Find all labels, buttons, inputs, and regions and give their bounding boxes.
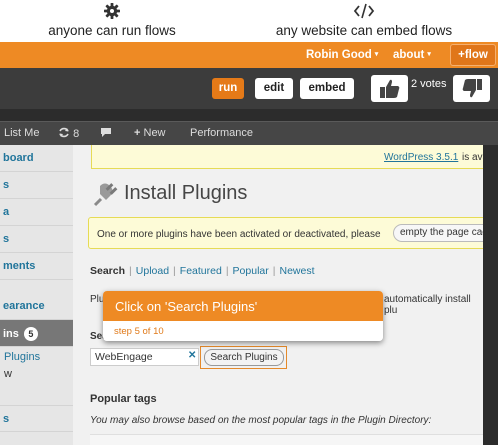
- step-tooltip: Click on 'Search Plugins' step 5 of 10: [103, 291, 383, 341]
- wp-comments[interactable]: [100, 127, 112, 141]
- vote-down-button[interactable]: [453, 75, 490, 102]
- plugin-desc-end: automatically install plu: [384, 294, 471, 316]
- thumbs-up-icon: [379, 79, 399, 98]
- promo-run: anyone can run flows: [12, 0, 212, 38]
- refresh-icon: [59, 127, 69, 138]
- subnav-sep: |: [272, 265, 276, 277]
- vote-count: 2 votes: [411, 78, 447, 90]
- chevron-down-icon: ▾: [374, 51, 379, 58]
- wp-new-label: New: [143, 127, 166, 139]
- subnav-sep: |: [225, 265, 229, 277]
- tag-cloud: [90, 434, 483, 445]
- promo-embed: any website can embed flows: [264, 0, 464, 38]
- tab-popular[interactable]: Popular: [233, 265, 269, 277]
- plus-icon: +: [134, 127, 141, 139]
- subnav-sep: |: [129, 265, 132, 277]
- subnav-sep: |: [173, 265, 176, 277]
- sidebar-item-appearance[interactable]: earance: [0, 293, 73, 320]
- run-button[interactable]: run: [212, 78, 244, 99]
- tab-upload[interactable]: Upload: [136, 265, 169, 277]
- sidebar-sub-add-new[interactable]: w: [4, 368, 12, 380]
- sidebar-item-s3[interactable]: s: [0, 405, 73, 432]
- cache-notice: One or more plugins have been activated …: [88, 217, 483, 249]
- comment-icon: [101, 128, 111, 137]
- search-plugins-button[interactable]: Search Plugins: [204, 349, 284, 366]
- promo-embed-text: any website can embed flows: [275, 23, 453, 38]
- notice-text: One or more plugins have been activated …: [97, 229, 381, 240]
- sidebar-item-dashboard[interactable]: board: [0, 145, 73, 172]
- sidebar-item-s2[interactable]: s: [0, 226, 73, 253]
- flow-screenshot: List Me 8 + New Performance board s a s …: [0, 109, 498, 445]
- gear-icon: [104, 3, 120, 19]
- plugin-icon: [93, 183, 118, 207]
- sidebar-item-a[interactable]: a: [0, 199, 73, 226]
- sidebar-item-comments[interactable]: ments: [0, 253, 73, 280]
- promo-strip: anyone can run flows any website can emb…: [0, 0, 498, 42]
- vote-up-button[interactable]: [371, 75, 408, 102]
- embed-button[interactable]: embed: [300, 78, 354, 99]
- clear-icon[interactable]: ✕: [188, 350, 196, 361]
- popular-tags-heading: Popular tags: [90, 393, 157, 405]
- code-icon: [353, 3, 375, 19]
- thumbs-down-icon: [462, 79, 482, 98]
- update-nag-text: is ava: [462, 152, 483, 163]
- sidebar-item-s1[interactable]: s: [0, 172, 73, 199]
- wp-site-name[interactable]: List Me: [4, 127, 39, 139]
- plugins-count-badge: 5: [23, 327, 38, 341]
- wp-updates-count: 8: [73, 128, 80, 140]
- flow-toolbar: run edit embed 2 votes: [0, 68, 498, 109]
- empty-cache-button[interactable]: empty the page cache: [393, 224, 483, 242]
- plugin-subnav: Search | Upload | Featured | Popular | Newest: [90, 265, 315, 277]
- tab-featured[interactable]: Featured: [180, 265, 222, 277]
- tab-search[interactable]: Search: [90, 265, 125, 277]
- user-menu-label: Robin Good: [306, 49, 372, 61]
- about-menu-label: about: [393, 49, 425, 61]
- tooltip-title: Click on 'Search Plugins': [103, 291, 383, 321]
- tooltip-step: step 5 of 10: [103, 321, 383, 341]
- wp-sidebar: board s a s ments earance ins 5 Plugins w…: [0, 145, 78, 445]
- tab-newest[interactable]: Newest: [279, 265, 314, 277]
- update-nag: WordPress 3.5.1 is ava: [91, 145, 483, 169]
- user-menu[interactable]: Robin Good ▾: [306, 49, 378, 61]
- update-link[interactable]: WordPress 3.5.1: [384, 152, 458, 163]
- wp-performance[interactable]: Performance: [190, 127, 253, 139]
- sidebar-item-plugins[interactable]: ins 5: [0, 320, 78, 347]
- sidebar-sub-installed[interactable]: Plugins: [4, 351, 40, 363]
- new-flow-button[interactable]: +flow: [450, 44, 496, 66]
- wp-admin-bar: List Me 8 + New Performance: [0, 121, 498, 145]
- edit-button[interactable]: edit: [255, 78, 293, 99]
- plugin-search-input[interactable]: WebEngage: [90, 348, 199, 366]
- about-menu[interactable]: about ▾: [393, 49, 431, 61]
- popular-tags-text: You may also browse based on the most po…: [90, 415, 432, 426]
- wp-new[interactable]: + New: [134, 127, 166, 139]
- wp-updates[interactable]: 8: [58, 127, 79, 140]
- sidebar-plugins-label: ins: [3, 328, 19, 340]
- page-title: Install Plugins: [124, 182, 248, 204]
- top-nav: Robin Good ▾ about ▾ +flow: [0, 42, 498, 68]
- chevron-down-icon: ▾: [427, 51, 431, 58]
- promo-run-text: anyone can run flows: [48, 23, 176, 38]
